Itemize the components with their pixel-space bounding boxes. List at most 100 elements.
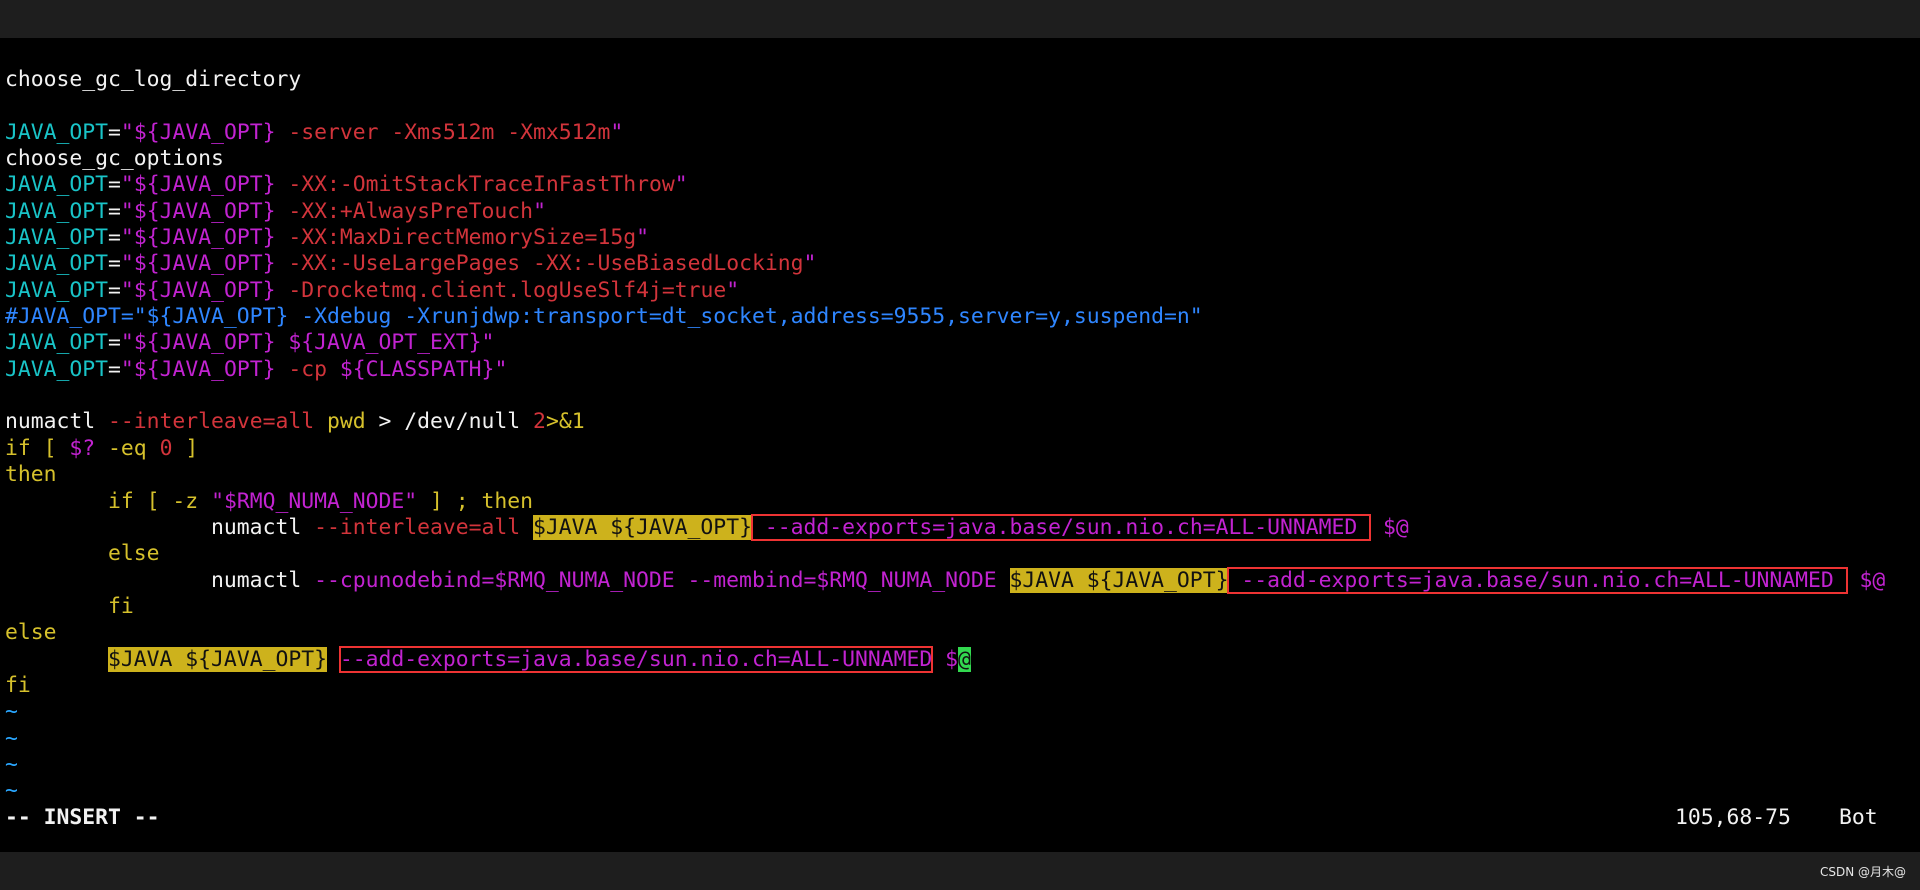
code-line: JAVA_OPT="${JAVA_OPT} -Drocketmq.client.… (5, 278, 1920, 304)
code-token: 2 (533, 409, 546, 435)
code-token: ${JAVA_OPT} (133, 225, 276, 251)
code-token: > (365, 409, 405, 435)
code-token: ] ; then (417, 488, 534, 514)
code-token: " (211, 488, 224, 514)
code-token: else (5, 541, 160, 567)
code-token: " (494, 356, 508, 382)
code-token: ] (172, 435, 199, 461)
code-token: $@ (1846, 567, 1886, 593)
code-line: choose_gc_options (5, 146, 1920, 172)
code-token: " (533, 198, 546, 224)
code-token: if [ (5, 435, 70, 461)
code-token: numactl (5, 409, 109, 435)
vim-status-line: -- INSERT -- 105,68-75 Bot (5, 805, 1910, 831)
code-token: JAVA_OPT (5, 277, 109, 303)
code-line: if [ $? -eq 0 ] (5, 436, 1920, 462)
code-line: ​ (5, 93, 1920, 119)
code-token: fi (5, 593, 134, 619)
code-token: JAVA_OPT (5, 119, 109, 145)
code-token: fi (5, 672, 31, 698)
code-token: numactl (5, 514, 315, 540)
code-token: " (636, 225, 649, 251)
code-line: JAVA_OPT="${JAVA_OPT} ${JAVA_OPT_EXT}" (5, 330, 1920, 356)
code-token: -XX:-UseLargePages -XX:-UseBiasedLocking (275, 251, 804, 277)
code-token: pwd (314, 409, 366, 435)
code-token: " (726, 277, 740, 303)
empty-buffer-line: ~ (5, 778, 18, 804)
code-line: fi (5, 594, 1920, 620)
code-token: 0 (159, 435, 173, 461)
code-line: JAVA_OPT="${JAVA_OPT} -cp ${CLASSPATH}" (5, 357, 1920, 383)
code-line: numactl --interleave=all pwd > /dev/null… (5, 409, 1920, 435)
code-token: -cp (275, 356, 340, 382)
code-line: JAVA_OPT="${JAVA_OPT} -XX:MaxDirectMemor… (5, 225, 1920, 251)
code-token: = (108, 119, 121, 145)
code-token: ${JAVA_OPT} (133, 172, 276, 198)
code-token: if [ -z (5, 488, 212, 514)
code-line: numactl --interleave=all $JAVA ${JAVA_OP… (5, 513, 1920, 541)
empty-buffer-line: ~ (5, 751, 18, 777)
code-token: " (120, 119, 134, 145)
code-token: -XX:+AlwaysPreTouch (275, 198, 534, 224)
code-token: " (610, 119, 624, 145)
code-token: -XX:MaxDirectMemorySize=15g (275, 225, 637, 251)
vim-editor-buffer[interactable]: choose_gc_log_directory​JAVA_OPT="${JAVA… (5, 67, 1920, 805)
vim-mode-indicator: -- INSERT -- (5, 805, 160, 830)
code-token: choose_gc_log_directory (5, 67, 302, 92)
code-token: " (120, 225, 134, 251)
code-token: JAVA_OPT (5, 225, 109, 251)
code-token: else (5, 620, 57, 646)
code-line: numactl --cpunodebind=$RMQ_NUMA_NODE --m… (5, 566, 1920, 594)
code-token: " (120, 198, 134, 224)
code-token: $RMQ_NUMA_NODE (223, 488, 405, 514)
code-line: then (5, 462, 1920, 488)
code-line: ​ (5, 383, 1920, 409)
code-line: choose_gc_log_directory (5, 67, 1920, 93)
highlight-box: --add-exports=java.base/sun.nio.ch=ALL-U… (750, 513, 1372, 541)
text-cursor: @ (958, 646, 971, 672)
code-token: /dev/null (404, 409, 534, 435)
code-line: JAVA_OPT="${JAVA_OPT} -XX:-OmitStackTrac… (5, 172, 1920, 198)
code-line: JAVA_OPT="${JAVA_OPT} -server -Xms512m -… (5, 120, 1920, 146)
code-token: = (108, 225, 121, 251)
code-token: ${JAVA_OPT} (133, 356, 276, 382)
code-token: " (803, 251, 817, 277)
code-token: JAVA_OPT (5, 251, 109, 277)
empty-buffer-line: ~ (5, 725, 18, 751)
code-token: = (108, 356, 121, 382)
code-line: #JAVA_OPT="${JAVA_OPT} -Xdebug -Xrunjdwp… (5, 304, 1920, 330)
empty-buffer-line: ~ (5, 699, 18, 725)
highlight-box: --add-exports=java.base/sun.nio.ch=ALL-U… (338, 645, 934, 673)
code-token: -server -Xms512m -Xmx512m (275, 119, 611, 145)
terminal-window: choose_gc_log_directory​JAVA_OPT="${JAVA… (0, 0, 1920, 890)
code-line: fi (5, 673, 1920, 699)
code-token: " (674, 172, 688, 198)
code-token: ${CLASSPATH} (339, 356, 495, 382)
code-token: $ (932, 646, 959, 672)
code-token: $JAVA ${JAVA_OPT} (1009, 567, 1229, 593)
code-token: " (120, 251, 134, 277)
code-token: -Drocketmq.client.logUseSlf4j=true (275, 277, 727, 303)
code-token: ${JAVA_OPT} (133, 198, 276, 224)
code-token: numactl (5, 567, 315, 593)
code-line: $JAVA ${JAVA_OPT} --add-exports=java.bas… (5, 645, 1920, 673)
code-token: JAVA_OPT (5, 198, 109, 224)
code-token: JAVA_OPT (5, 330, 109, 356)
code-token: choose_gc_options (5, 146, 224, 172)
watermark: CSDN @月木@ (1819, 865, 1906, 879)
code-token: = (108, 172, 121, 198)
code-token: ${JAVA_OPT} (133, 119, 276, 145)
code-line: JAVA_OPT="${JAVA_OPT} -XX:+AlwaysPreTouc… (5, 199, 1920, 225)
code-token: >&1 (545, 409, 585, 435)
code-token: then (5, 462, 57, 488)
highlight-box: --add-exports=java.base/sun.nio.ch=ALL-U… (1227, 566, 1848, 594)
window-top-bar (0, 0, 1920, 38)
cursor-position: 105,68-75 (1675, 805, 1791, 830)
code-token: $JAVA ${JAVA_OPT} (108, 646, 327, 672)
code-line: if [ -z "$RMQ_NUMA_NODE" ] ; then (5, 489, 1920, 515)
code-token: ${JAVA_OPT_EXT} (275, 330, 482, 356)
code-token: ${JAVA_OPT} (133, 251, 276, 277)
code-token: $? (69, 435, 96, 461)
